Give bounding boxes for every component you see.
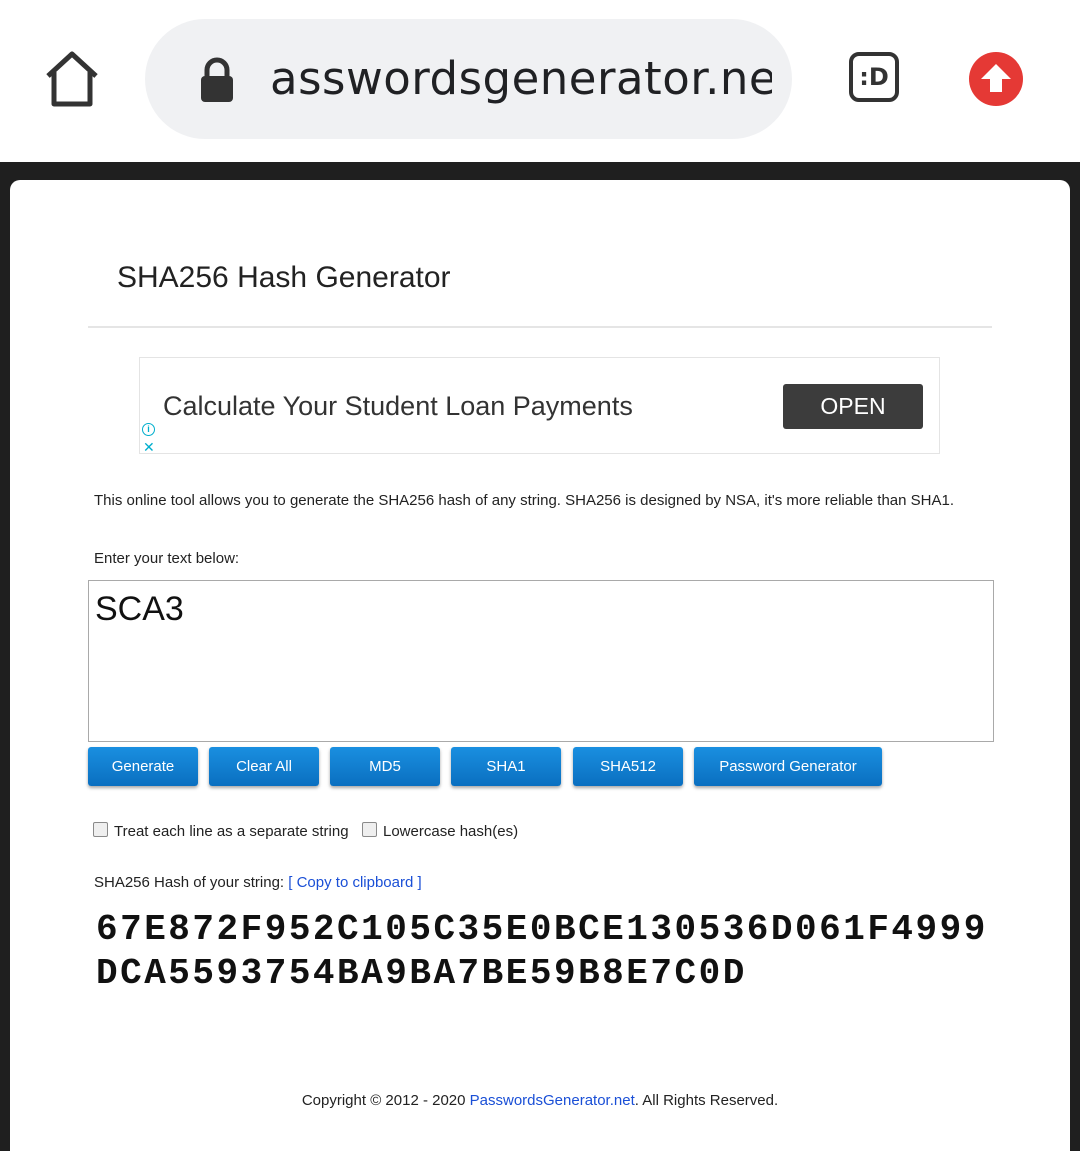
ad-banner[interactable]: Calculate Your Student Loan Payments OPE… bbox=[139, 357, 940, 454]
lowercase-label: Lowercase hash(es) bbox=[383, 823, 519, 840]
password-generator-button[interactable]: Password Generator bbox=[694, 747, 882, 786]
lowercase-option[interactable]: Lowercase hash(es) bbox=[362, 820, 518, 844]
hash-output: 67E872F952C105C35E0BCE130536D061F4999DCA… bbox=[96, 909, 988, 994]
page-title: SHA256 Hash Generator bbox=[117, 261, 451, 294]
hash-label: SHA256 Hash of your string: bbox=[94, 874, 285, 891]
lowercase-checkbox[interactable] bbox=[362, 822, 377, 837]
clear-all-button[interactable]: Clear All bbox=[209, 747, 319, 786]
generate-button[interactable]: Generate bbox=[88, 747, 198, 786]
browser-toolbar: asswordsgenerator.net :D bbox=[0, 0, 1080, 162]
hash-label-row: SHA256 Hash of your string: [ Copy to cl… bbox=[94, 870, 422, 896]
separate-lines-label: Treat each line as a separate string bbox=[114, 823, 349, 840]
footer-copyright: Copyright © 2012 - 2020 bbox=[301, 1092, 470, 1109]
separate-lines-checkbox[interactable] bbox=[93, 822, 108, 837]
lock-icon[interactable] bbox=[199, 56, 235, 104]
update-arrow-icon[interactable] bbox=[969, 52, 1023, 106]
ad-text[interactable]: Calculate Your Student Loan Payments bbox=[163, 388, 633, 424]
tool-description: This online tool allows you to generate … bbox=[94, 492, 955, 509]
footer-rights: . All Rights Reserved. bbox=[634, 1092, 779, 1109]
text-input[interactable]: SCA3 bbox=[88, 580, 994, 742]
home-icon[interactable] bbox=[40, 46, 104, 110]
divider bbox=[88, 326, 992, 328]
separate-lines-option[interactable]: Treat each line as a separate string bbox=[93, 820, 349, 844]
ad-open-button[interactable]: OPEN bbox=[783, 384, 923, 429]
sha512-button[interactable]: SHA512 bbox=[573, 747, 683, 786]
ad-info-icon[interactable]: i bbox=[142, 423, 155, 436]
address-bar[interactable]: asswordsgenerator.net bbox=[145, 19, 792, 139]
input-label: Enter your text below: bbox=[94, 550, 240, 567]
url-text: asswordsgenerator.net bbox=[270, 52, 772, 105]
footer: Copyright © 2012 - 2020 PasswordsGenerat… bbox=[0, 1088, 1080, 1114]
tab-switcher-button[interactable]: :D bbox=[849, 52, 899, 102]
copy-to-clipboard-link[interactable]: [ Copy to clipboard ] bbox=[288, 874, 421, 891]
ad-close-icon[interactable]: ✕ bbox=[143, 440, 155, 454]
sha1-button[interactable]: SHA1 bbox=[451, 747, 561, 786]
md5-button[interactable]: MD5 bbox=[330, 747, 440, 786]
footer-site-link[interactable]: PasswordsGenerator.net bbox=[470, 1092, 635, 1109]
